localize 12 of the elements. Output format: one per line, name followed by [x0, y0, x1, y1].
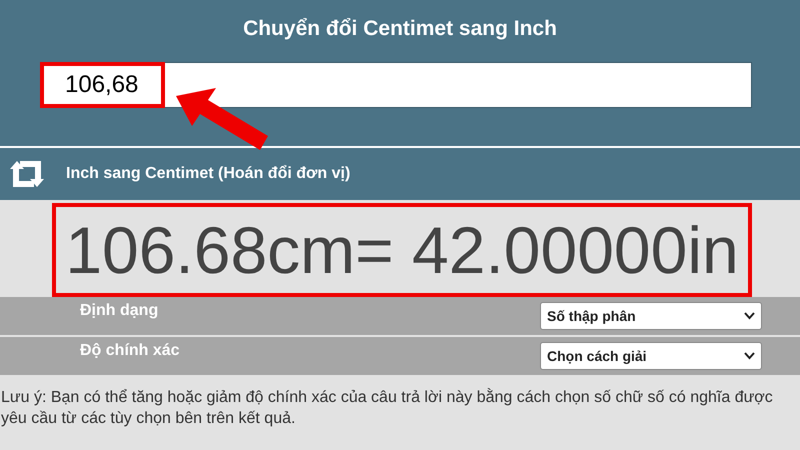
chevron-icon: [744, 352, 755, 360]
note-text: Lưu ý: Bạn có thể tăng hoặc giảm độ chính xác của câu trả lời này bằng cách chọn số chữ số có nghĩa được yêu cầu từ các tùy chọn bên trên kết quả.: [0, 387, 774, 429]
option-label: Định dạng: [80, 302, 158, 320]
chevron-icon: [744, 312, 755, 320]
result-text: 106.68cm= 42.00000in: [65, 212, 739, 288]
page-title: Chuyển đổi Centimet sang Inch: [242, 16, 558, 42]
swap-icon[interactable]: [8, 159, 46, 189]
dropdown[interactable]: Số thập phân: [540, 302, 762, 330]
option-label: Độ chính xác: [80, 342, 180, 360]
arrow-icon: [176, 88, 268, 150]
swap-link[interactable]: Inch sang Centimet (Hoán đổi đơn vị): [66, 165, 350, 183]
dropdown[interactable]: Chọn cách giải: [540, 342, 762, 370]
